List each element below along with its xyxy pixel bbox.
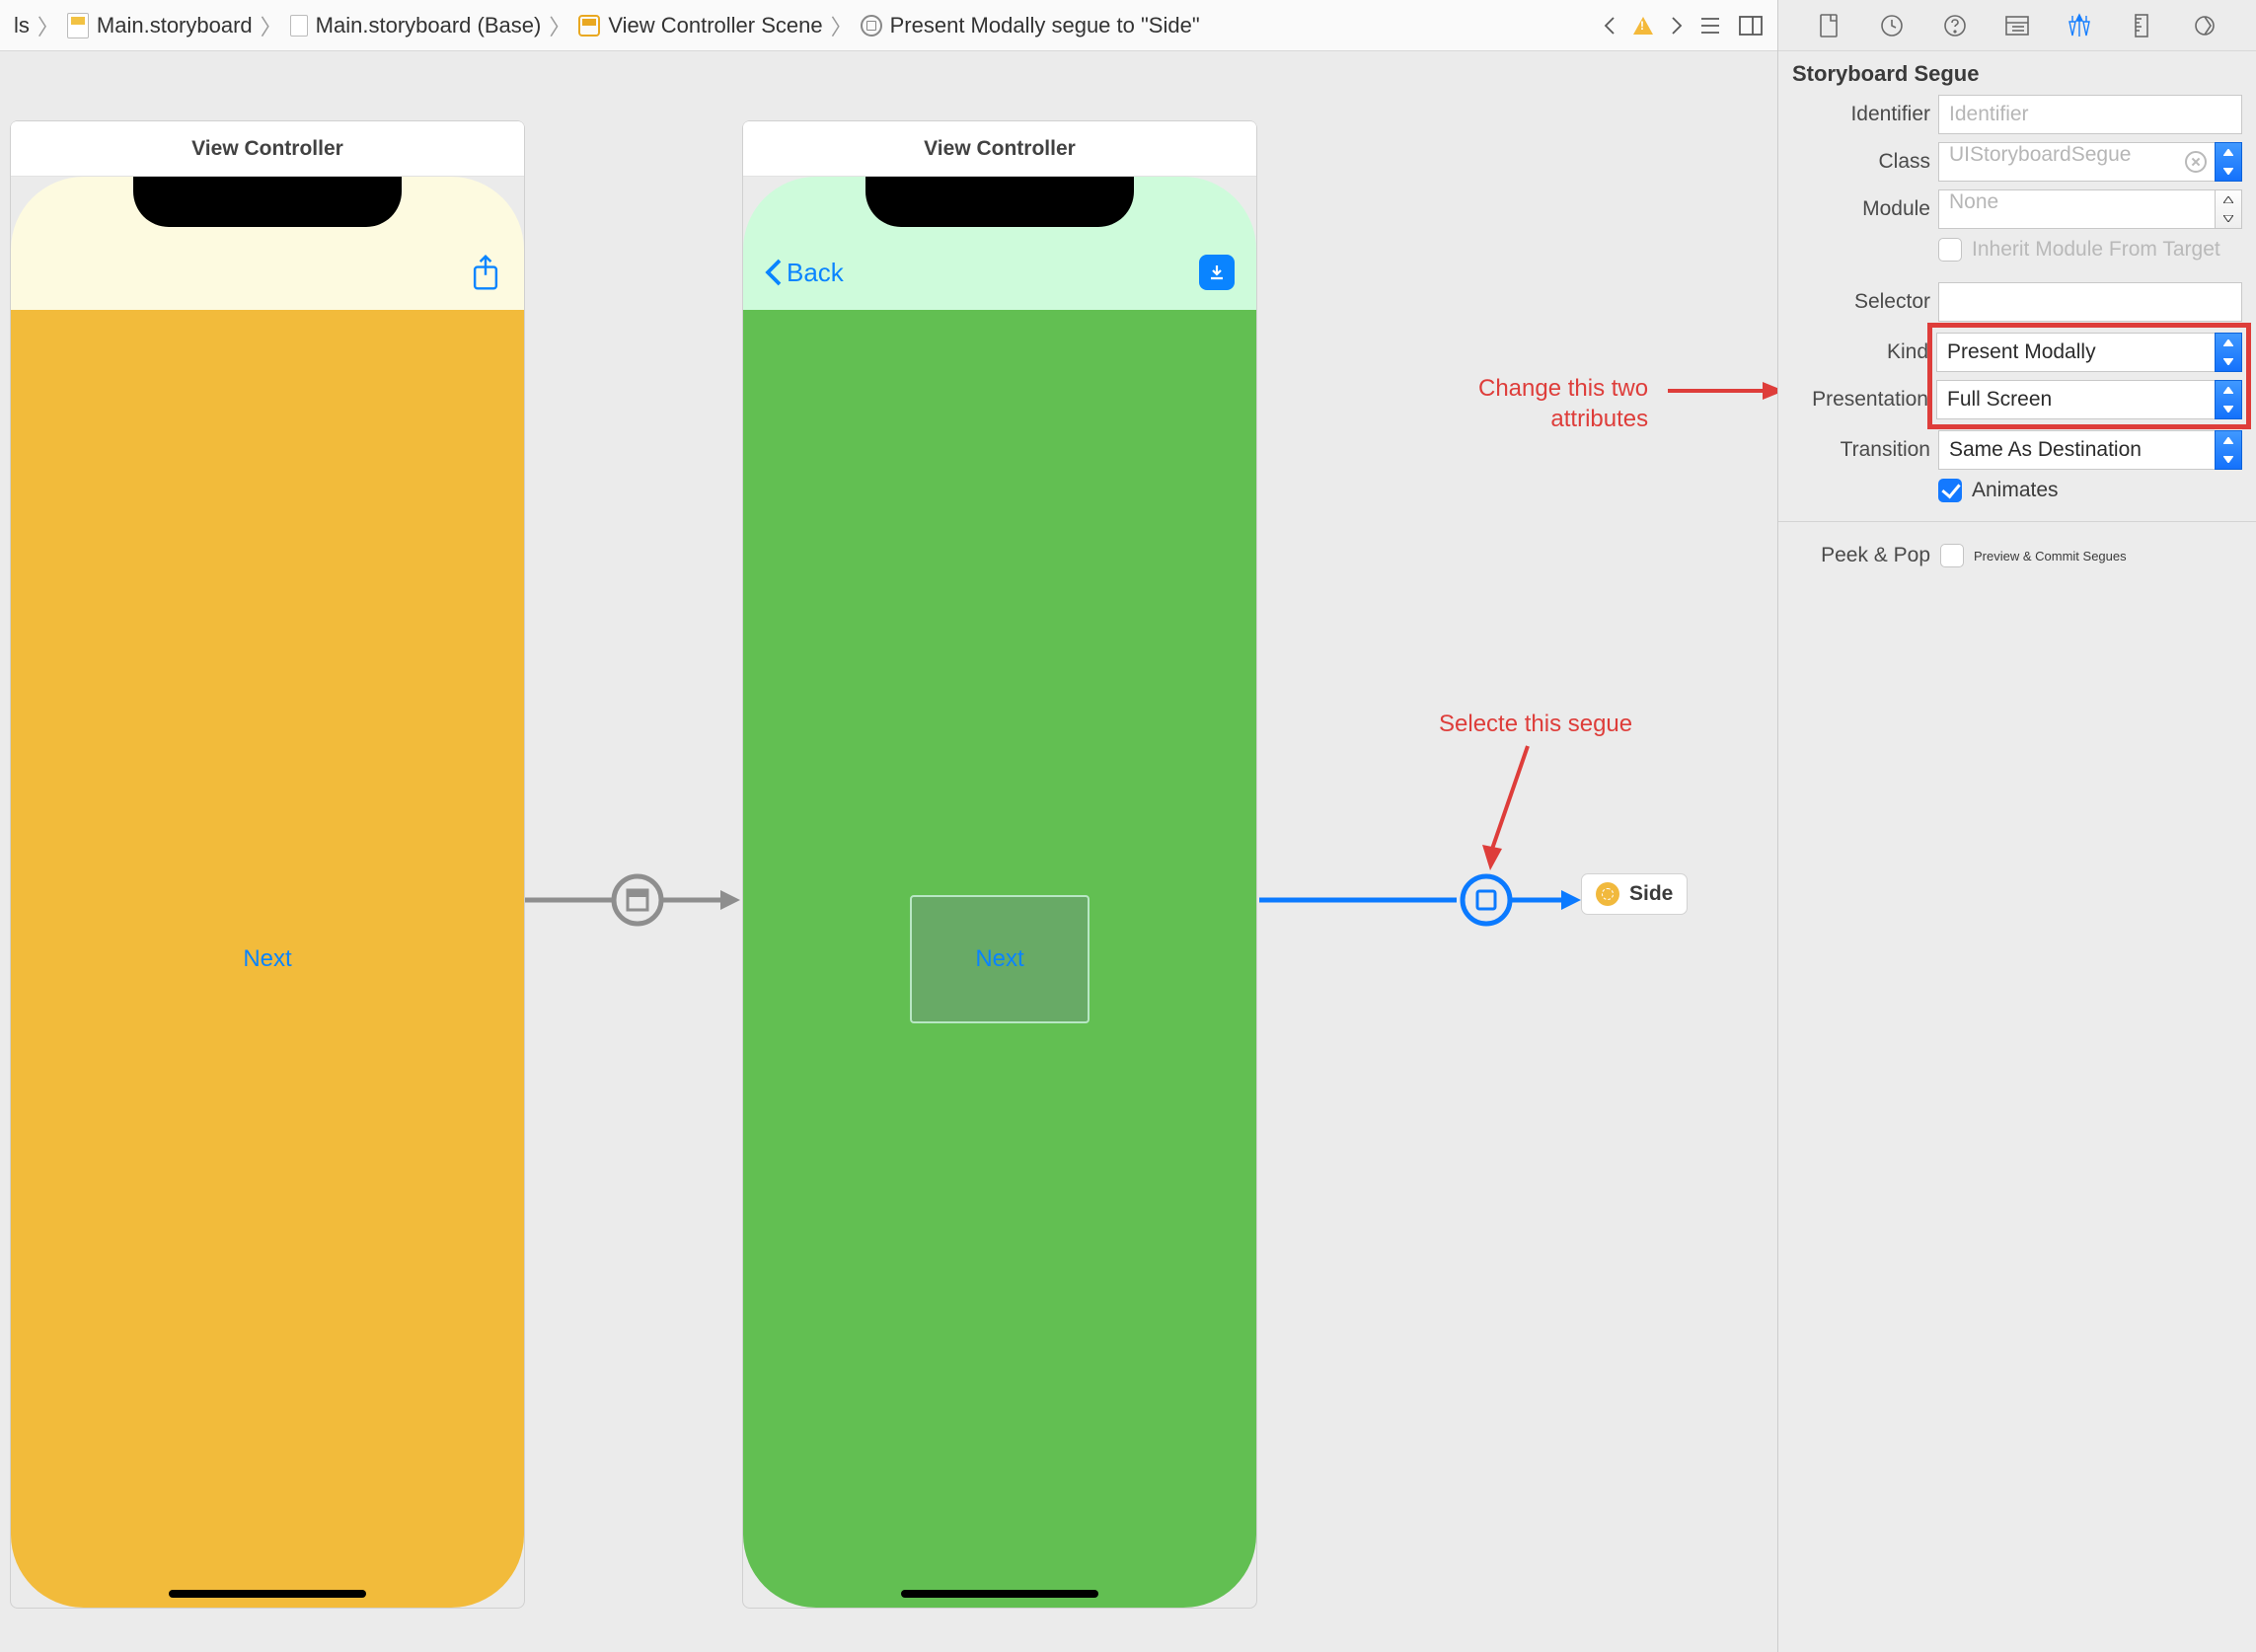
peek-pop-label: Peek & Pop	[1778, 544, 1930, 567]
connections-inspector-tab[interactable]	[2187, 8, 2222, 43]
scene-icon	[578, 15, 600, 37]
inspector-section-header: Storyboard Segue	[1778, 51, 2256, 91]
breadcrumb-item[interactable]: Present Modally segue to "Side"	[861, 13, 1200, 38]
file-icon	[290, 15, 308, 37]
breadcrumb-item[interactable]: View Controller Scene	[578, 13, 822, 38]
peek-pop-option-label: Preview & Commit Segues	[1974, 549, 2127, 563]
history-inspector-tab[interactable]	[1874, 8, 1910, 43]
storyboard-reference-icon	[1596, 882, 1619, 906]
breadcrumb-item[interactable]: Main.storyboard	[67, 13, 253, 38]
chevron-right-icon: 〉	[831, 10, 853, 41]
back-button[interactable]: Back	[765, 258, 844, 288]
module-field[interactable]: None	[1938, 189, 2242, 229]
segue-arrow-left[interactable]	[525, 872, 742, 932]
class-label: Class	[1778, 150, 1930, 174]
class-dropdown-stepper[interactable]	[2215, 142, 2242, 182]
back-label: Back	[787, 258, 844, 288]
clear-class-button[interactable]	[2185, 151, 2207, 173]
selector-label: Selector	[1778, 290, 1930, 314]
storyboard-reference-label: Side	[1629, 882, 1673, 906]
transition-select[interactable]: Same As Destination	[1938, 430, 2242, 470]
size-inspector-tab[interactable]	[2125, 8, 2160, 43]
identity-inspector-tab[interactable]	[1999, 8, 2035, 43]
view-controller-scene-right[interactable]: View Controller Back Next	[742, 120, 1257, 1609]
breadcrumb-text: ls	[14, 13, 30, 38]
kind-label: Kind	[1778, 340, 1928, 364]
identifier-field[interactable]	[1938, 95, 2242, 134]
warning-icon[interactable]	[1633, 17, 1653, 35]
inspector-tab-bar	[1778, 0, 2256, 51]
help-inspector-tab[interactable]	[1937, 8, 1973, 43]
inherit-module-checkbox[interactable]	[1938, 238, 1962, 262]
breadcrumb-item[interactable]: Main.storyboard (Base)	[290, 13, 542, 38]
transition-select-stepper[interactable]	[2215, 430, 2242, 470]
share-icon[interactable]	[469, 254, 502, 291]
chevron-right-icon: 〉	[261, 10, 282, 41]
presentation-select-stepper[interactable]	[2215, 380, 2242, 419]
module-label: Module	[1778, 197, 1930, 221]
kind-select-stepper[interactable]	[2215, 333, 2242, 372]
container-view[interactable]: Next	[910, 895, 1090, 1023]
transition-label: Transition	[1778, 438, 1930, 462]
animates-checkbox[interactable]	[1938, 479, 1962, 502]
home-indicator	[901, 1590, 1098, 1598]
storyboard-canvas[interactable]: View Controller Next	[0, 51, 1777, 1652]
download-icon[interactable]	[1199, 255, 1235, 290]
selector-field[interactable]	[1938, 282, 2242, 322]
identifier-label: Identifier	[1778, 103, 1930, 126]
breadcrumb-text: Main.storyboard	[97, 13, 253, 38]
kind-select[interactable]: Present Modally	[1936, 333, 2242, 372]
inspector-panel: Storyboard Segue Identifier Class UIStor…	[1778, 0, 2256, 1652]
breadcrumb-bar: ls 〉 Main.storyboard 〉 Main.storyboard (…	[0, 0, 1777, 51]
storyboard-file-icon	[67, 13, 89, 38]
next-button[interactable]: Next	[975, 945, 1023, 973]
device-notch	[133, 177, 402, 227]
chevron-left-icon	[765, 258, 783, 287]
assistant-editor-icon[interactable]	[1738, 15, 1764, 37]
presentation-label: Presentation	[1778, 388, 1928, 412]
device-notch	[865, 177, 1134, 227]
chevron-right-icon: 〉	[549, 10, 570, 41]
annotation-segue-text: Selecte this segue	[1439, 709, 1632, 739]
module-dropdown-stepper[interactable]	[2215, 189, 2242, 229]
annotation-attrs-text: Change this two attributes	[1478, 373, 1648, 434]
scene-title: View Controller	[11, 121, 524, 177]
breadcrumb-text: Present Modally segue to "Side"	[890, 13, 1200, 38]
breadcrumb-text: View Controller Scene	[608, 13, 822, 38]
history-back-icon[interactable]	[1600, 15, 1621, 37]
view-controller-scene-left[interactable]: View Controller Next	[10, 120, 525, 1609]
scene-title: View Controller	[743, 121, 1256, 177]
segue-icon	[861, 15, 882, 37]
chevron-right-icon: 〉	[38, 10, 59, 41]
storyboard-reference-side[interactable]: Side	[1581, 873, 1688, 915]
attributes-inspector-tab[interactable]	[2062, 8, 2097, 43]
next-button[interactable]: Next	[243, 945, 291, 973]
annotation-arrow-segue	[1478, 746, 1557, 884]
peek-pop-checkbox[interactable]	[1940, 544, 1964, 567]
animates-label: Animates	[1972, 479, 2059, 502]
breadcrumb-item[interactable]: ls	[14, 13, 30, 38]
history-forward-icon[interactable]	[1665, 15, 1687, 37]
file-inspector-tab[interactable]	[1812, 8, 1847, 43]
outline-list-icon[interactable]	[1698, 15, 1726, 37]
presentation-select[interactable]: Full Screen	[1936, 380, 2242, 419]
inherit-module-label: Inherit Module From Target	[1972, 238, 2220, 262]
breadcrumb-text: Main.storyboard (Base)	[316, 13, 542, 38]
annotation-arrow-attrs	[1668, 379, 1777, 405]
home-indicator	[169, 1590, 366, 1598]
